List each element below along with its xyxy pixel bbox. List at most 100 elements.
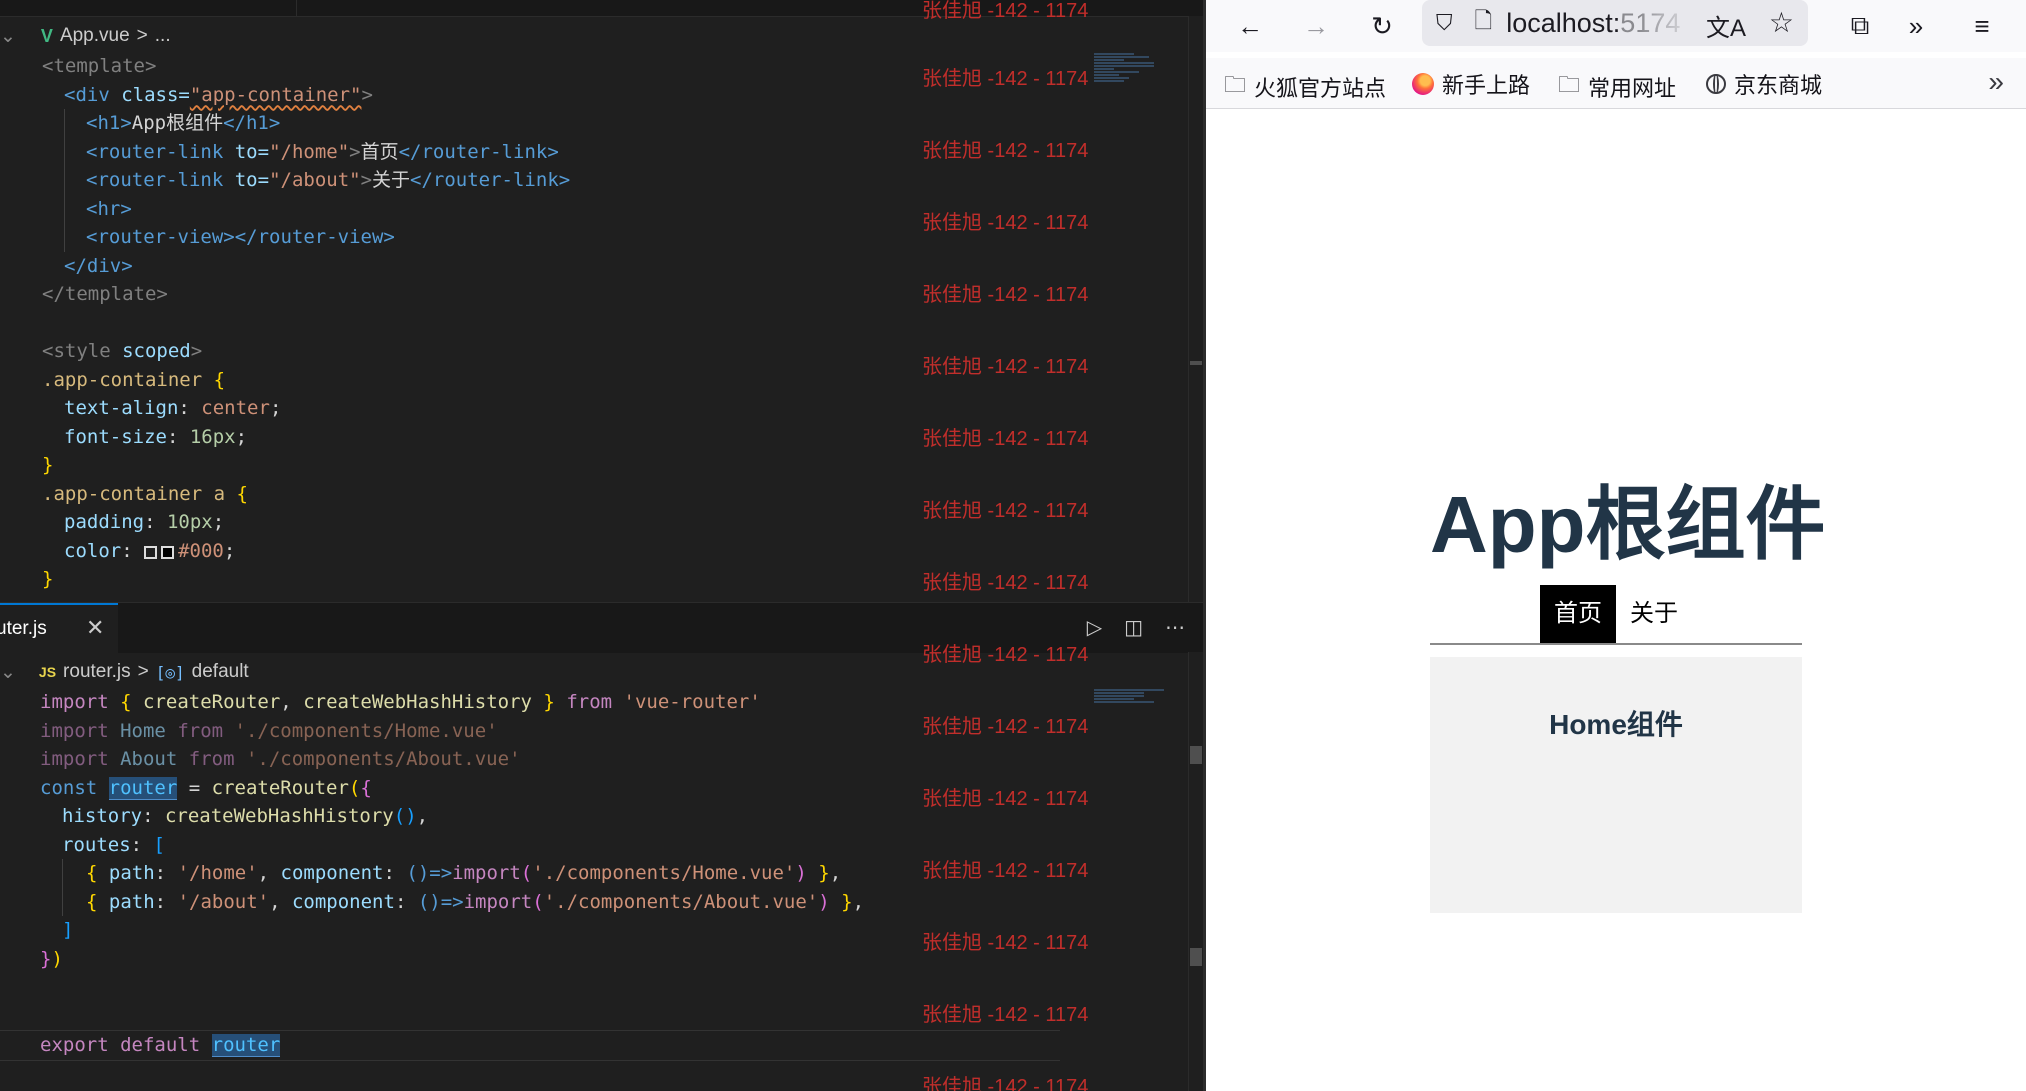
tab-bar: uter.js ✕ ▷ ◫ ⋯ (0, 602, 1203, 653)
bookmarks-overflow-icon[interactable]: » (1988, 66, 2004, 98)
editor-top-strip (0, 0, 1203, 17)
breadcrumb: ⌄ V App.vue > ... (0, 20, 178, 52)
web-page: App根组件 首页 关于 Home组件 (1206, 109, 2026, 1091)
code-area-router-js[interactable]: import { createRouter, createWebHashHist… (0, 688, 1060, 1061)
code-line: }) (40, 947, 63, 970)
router-link-home[interactable]: 首页 (1540, 585, 1616, 643)
code-line: <h1>App根组件</h1> (0, 109, 1060, 138)
code-editor: ⌄ V App.vue > ... <template> <div class=… (0, 0, 1203, 1091)
router-view-home: Home组件 (1430, 657, 1802, 913)
code-line: <router-link to="/home">首页</router-link> (0, 137, 1060, 166)
symbol-icon: [◎] (155, 662, 185, 682)
close-icon[interactable]: ✕ (86, 615, 104, 641)
bookmark-item[interactable]: 🗀 火狐官方站点 (1224, 68, 1386, 106)
code-line: color: #000; (64, 539, 236, 562)
strip-separator (296, 0, 297, 16)
scrollbar-vertical[interactable] (1188, 652, 1203, 1091)
overflow-chevron-icon[interactable]: » (1896, 6, 1936, 46)
code-line: text-align: center; (64, 397, 282, 419)
url-bar[interactable]: ⛉ 🗋 localhost:5174 文A ☆ (1422, 0, 1808, 46)
folder-icon: 🗀 (1558, 72, 1581, 97)
code-line: const router = createRouter({ (40, 776, 372, 800)
breadcrumb-more[interactable]: ... (155, 25, 171, 47)
tab-actions: ▷ ◫ ⋯ (1087, 615, 1185, 639)
browser-navbar: ← → ↻ ⛉ 🗋 localhost:5174 文A ☆ ⧉ » ≡ (1206, 0, 2026, 52)
forward-icon[interactable]: → (1296, 6, 1336, 46)
minimap[interactable] (1094, 52, 1184, 83)
app-title: App根组件 (1430, 480, 1826, 569)
code-line: } (42, 568, 54, 590)
code-area-app-vue[interactable]: <template> <div class="app-container"> <… (0, 52, 1060, 594)
code-line: import { createRouter, createWebHashHist… (40, 691, 761, 713)
code-line: <style scoped> (42, 340, 203, 362)
home-component-title: Home组件 (1549, 709, 1683, 740)
page-icon[interactable]: 🗋 (1475, 4, 1493, 42)
editor-pane-app-vue: ⌄ V App.vue > ... <template> <div class=… (0, 0, 1203, 602)
more-actions-icon[interactable]: ⋯ (1165, 615, 1185, 639)
router-links: 首页 关于 (1430, 585, 1802, 643)
breadcrumb-file[interactable]: App.vue (60, 25, 130, 47)
split-editor-icon[interactable]: ◫ (1124, 615, 1143, 639)
breadcrumb-symbol[interactable]: default (192, 661, 249, 683)
chevron-down-icon: ⌄ (0, 661, 16, 683)
code-line: <router-link to="/about">关于</router-link… (0, 166, 1060, 195)
code-line: <router-view></router-view> (0, 223, 1060, 252)
code-line: <template> (42, 55, 157, 77)
color-swatch-icon[interactable] (144, 545, 158, 559)
run-icon[interactable]: ▷ (1087, 615, 1102, 639)
code-line: ] (62, 919, 74, 941)
code-line: </template> (42, 283, 168, 305)
js-file-icon: JS (38, 664, 57, 680)
scrollbar-vertical[interactable] (1188, 16, 1203, 602)
breadcrumb-file[interactable]: router.js (63, 661, 131, 683)
minimap[interactable] (1094, 688, 1184, 704)
shield-icon[interactable]: ⛉ (1436, 10, 1453, 36)
code-line: padding: 10px; (64, 511, 225, 533)
code-line: </div> (64, 254, 133, 277)
bookmark-item[interactable]: 🗀 常用网址 (1558, 68, 1676, 106)
folder-icon: 🗀 (1224, 72, 1247, 97)
code-line: history: createWebHashHistory(), (62, 805, 429, 827)
bookmarks-toolbar: 🗀 火狐官方站点 新手上路 🗀 常用网址 京东商城 » (1206, 58, 2026, 109)
chevron-down-icon: ⌄ (0, 25, 16, 47)
code-line: <div class="app-container"> (64, 83, 373, 106)
bookmark-item[interactable]: 京东商城 (1706, 68, 1822, 100)
code-line: <hr> (0, 194, 1060, 223)
horizontal-rule (1430, 643, 1802, 645)
menu-icon[interactable]: ≡ (1962, 6, 2002, 46)
app-container: App根组件 首页 关于 Home组件 (1430, 477, 1826, 913)
tab-router-js[interactable]: uter.js ✕ (0, 603, 118, 653)
color-swatch-icon[interactable] (161, 545, 175, 559)
scrollbar-thumb[interactable] (1190, 948, 1202, 966)
code-line: import About from './components/About.vu… (40, 748, 521, 770)
scrollbar-thumb[interactable] (1190, 361, 1202, 365)
reload-icon[interactable]: ↻ (1362, 6, 1402, 46)
code-line-current: export default router (0, 1030, 1060, 1061)
vue-file-icon: V (40, 25, 53, 46)
breadcrumb-separator: > (137, 661, 149, 682)
code-line: .app-container { (42, 368, 226, 391)
code-line: .app-container a { (42, 482, 248, 505)
translate-icon[interactable]: 文A (1706, 8, 1746, 43)
code-line: { path: '/about', component: ()=>import(… (0, 887, 1060, 916)
breadcrumb-separator: > (136, 25, 148, 46)
breadcrumb: ⌄ JS router.js > [◎] default (0, 656, 256, 688)
router-link-about[interactable]: 关于 (1616, 585, 1692, 643)
extensions-icon[interactable]: ⧉ (1840, 6, 1880, 46)
globe-icon (1706, 74, 1726, 94)
bookmark-star-icon[interactable]: ☆ (1769, 6, 1794, 39)
back-icon[interactable]: ← (1230, 6, 1270, 46)
editor-pane-router-js: uter.js ✕ ▷ ◫ ⋯ ⌄ JS router.js > [◎] def… (0, 602, 1203, 1091)
code-line: font-size: 16px; (64, 425, 248, 448)
code-line: } (42, 454, 54, 476)
firefox-icon (1412, 73, 1434, 95)
bookmark-item[interactable]: 新手上路 (1412, 68, 1530, 100)
url-text[interactable]: localhost:5174 (1506, 8, 1696, 39)
scrollbar-thumb[interactable] (1190, 746, 1202, 764)
code-line: import Home from './components/Home.vue' (40, 719, 498, 742)
code-line: routes: [ (62, 833, 165, 856)
code-line: { path: '/home', component: ()=>import('… (0, 859, 1060, 888)
